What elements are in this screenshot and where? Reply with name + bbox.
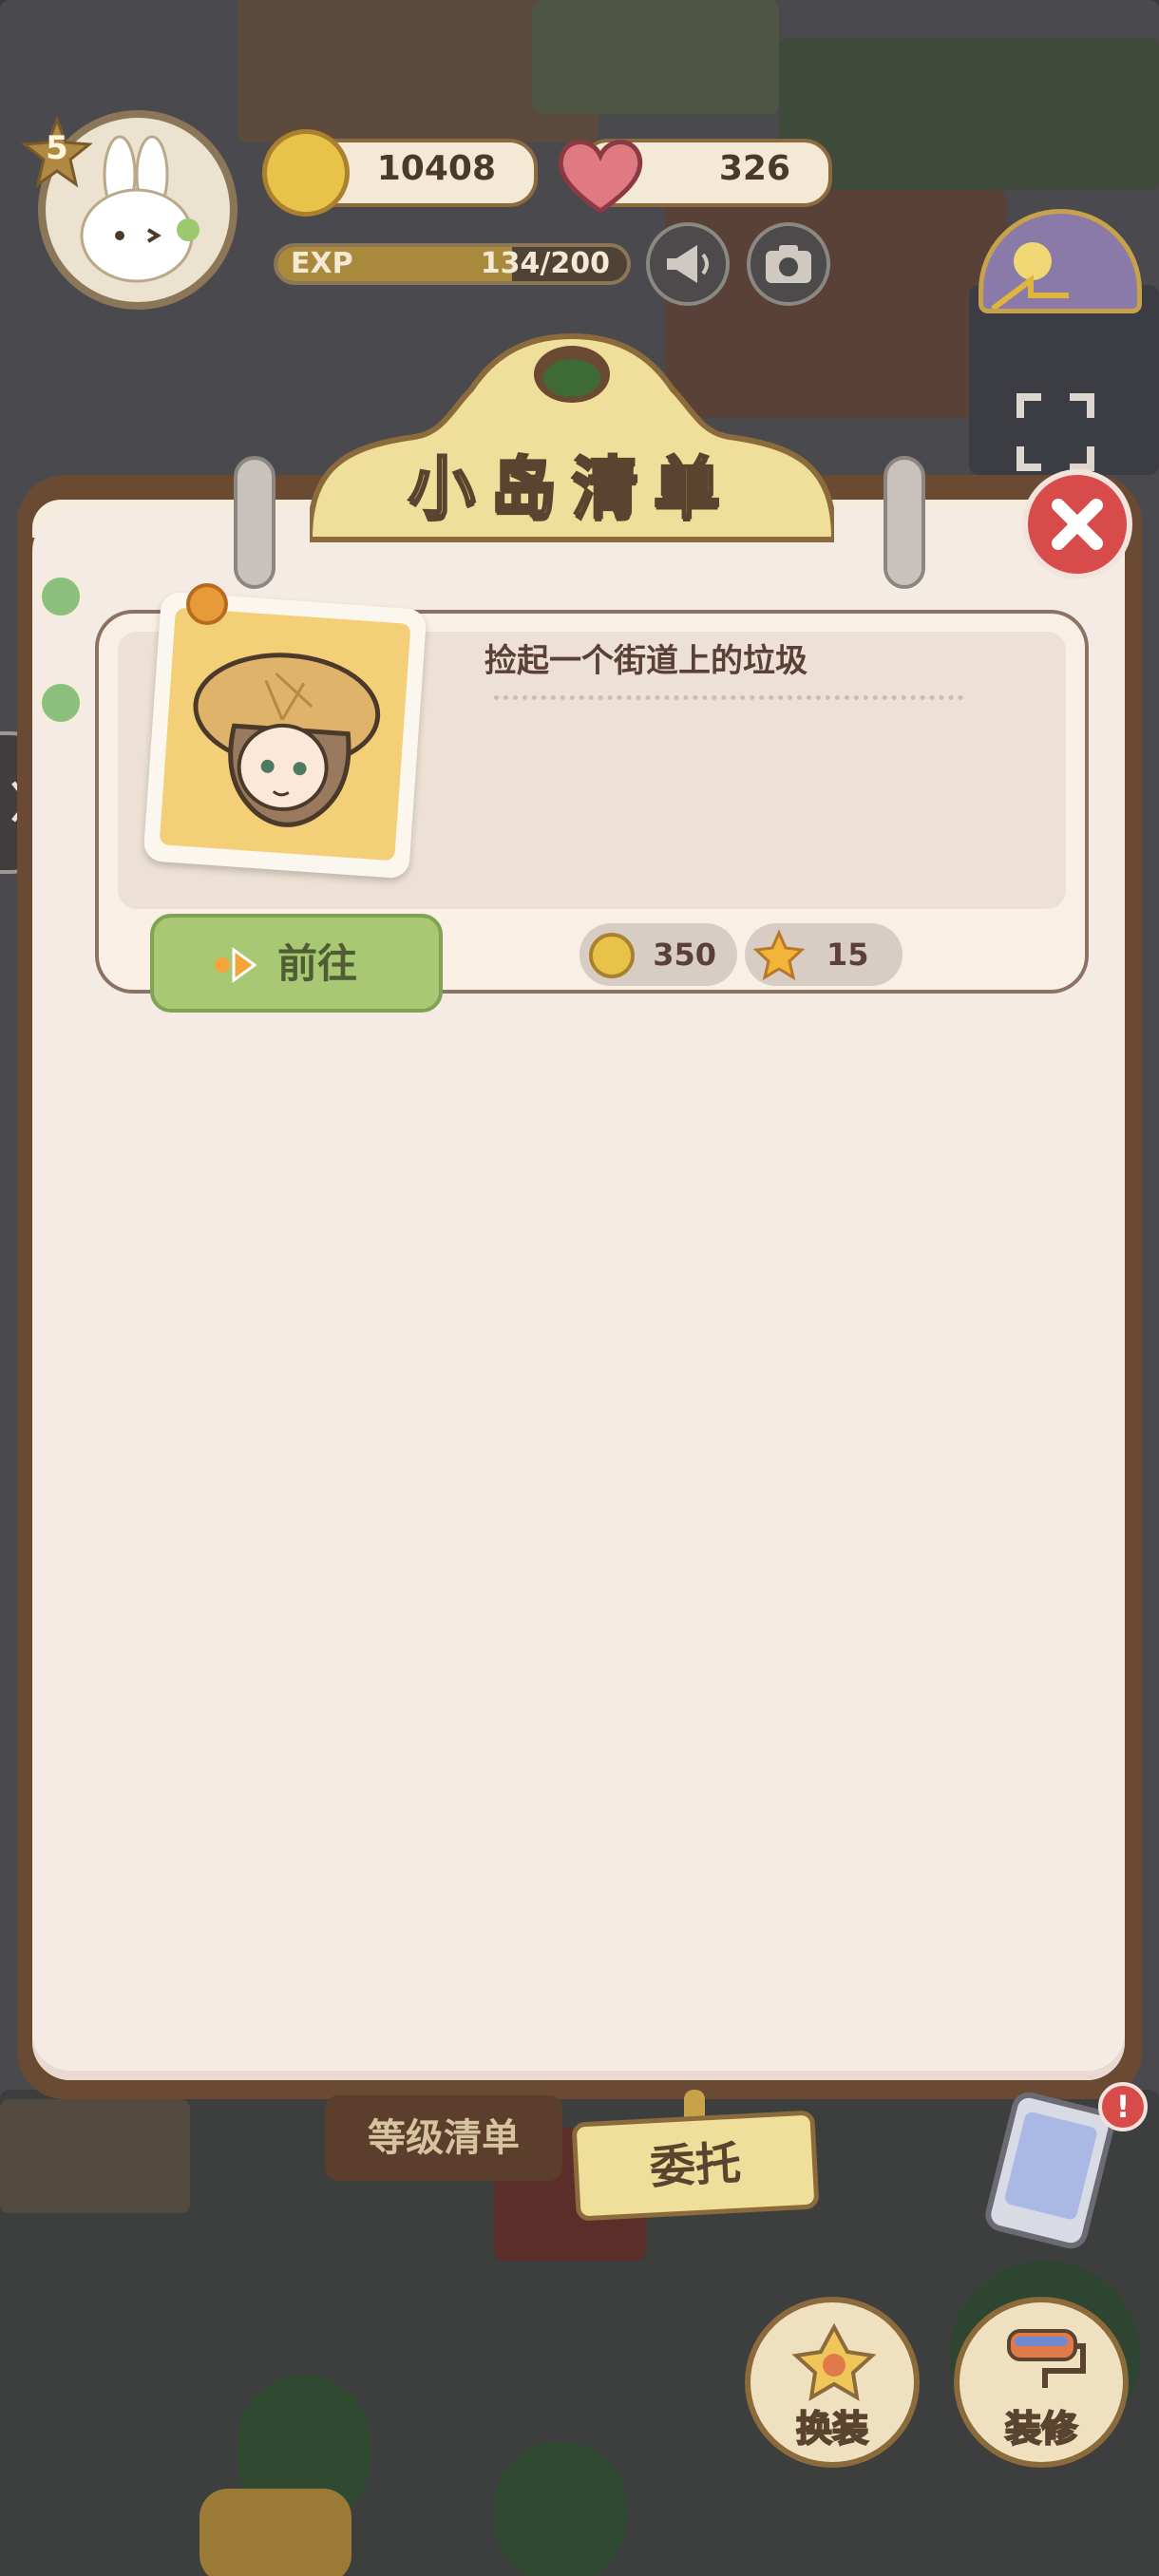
- panel-tab-marker: [38, 680, 84, 726]
- reward-star-value: 15: [826, 937, 869, 973]
- tab-level-list-label: 等级清单: [368, 2116, 520, 2160]
- exp-total: /200: [540, 247, 610, 280]
- sun-icon: [991, 242, 1069, 312]
- fullscreen-button[interactable]: [1013, 389, 1098, 475]
- tab-commission-label: 委托: [648, 2136, 743, 2195]
- coin-icon: [589, 933, 635, 978]
- dress-up-label: 换装: [795, 2407, 869, 2451]
- hanger-icon: [791, 2322, 877, 2401]
- npc-avatar-icon: [193, 653, 381, 827]
- exp-bar: EXP 134/200: [274, 243, 631, 285]
- decorate-button[interactable]: 装修: [954, 2297, 1129, 2468]
- go-button[interactable]: 前往: [150, 914, 443, 1013]
- star-icon: [752, 929, 806, 981]
- pin-icon: [186, 583, 228, 625]
- arrow-right-icon: [215, 947, 257, 983]
- npc-portrait: [142, 591, 428, 880]
- reward-coin-value: 350: [653, 937, 716, 973]
- panel-title: 小岛清单: [408, 448, 735, 529]
- reward-coin: 350: [580, 923, 737, 986]
- close-icon: [1052, 499, 1103, 550]
- reward-star: 15: [745, 923, 902, 986]
- camera-button[interactable]: [747, 222, 830, 306]
- heart-count: 326: [718, 149, 790, 188]
- expand-icon: [1016, 393, 1094, 471]
- level-badge: 5: [21, 115, 93, 188]
- go-button-label: 前往: [277, 940, 358, 987]
- paint-roller-icon: [1007, 2329, 1086, 2388]
- announcement-button[interactable]: [646, 222, 730, 306]
- decorate-label: 装修: [1004, 2407, 1078, 2451]
- exp-value: 134/200: [481, 247, 610, 281]
- tab-commission[interactable]: 委托: [571, 2110, 820, 2222]
- day-night-dial[interactable]: [978, 209, 1142, 313]
- camera-icon: [766, 245, 811, 283]
- panel-tab-marker: [38, 574, 84, 619]
- exp-current: 134: [480, 247, 541, 280]
- notification-badge: !: [1098, 2082, 1148, 2131]
- exp-label: EXP: [291, 247, 353, 280]
- task-divider: [494, 695, 963, 700]
- coin-count: 10408: [376, 149, 496, 188]
- level-value: 5: [46, 129, 68, 167]
- megaphone-icon: [667, 245, 709, 283]
- dress-up-button[interactable]: 换装: [745, 2297, 920, 2468]
- panel-title-plate: 小岛清单: [306, 323, 838, 543]
- task-description: 捡起一个街道上的垃圾: [484, 642, 808, 680]
- tab-level-list[interactable]: 等级清单: [325, 2095, 562, 2181]
- heart-icon: [558, 140, 643, 215]
- phone-screen: [1003, 2111, 1099, 2222]
- binder-ring-right: [884, 456, 925, 589]
- binder-ring-left: [234, 456, 276, 589]
- close-button[interactable]: [1022, 469, 1132, 579]
- coin-icon: [262, 129, 350, 217]
